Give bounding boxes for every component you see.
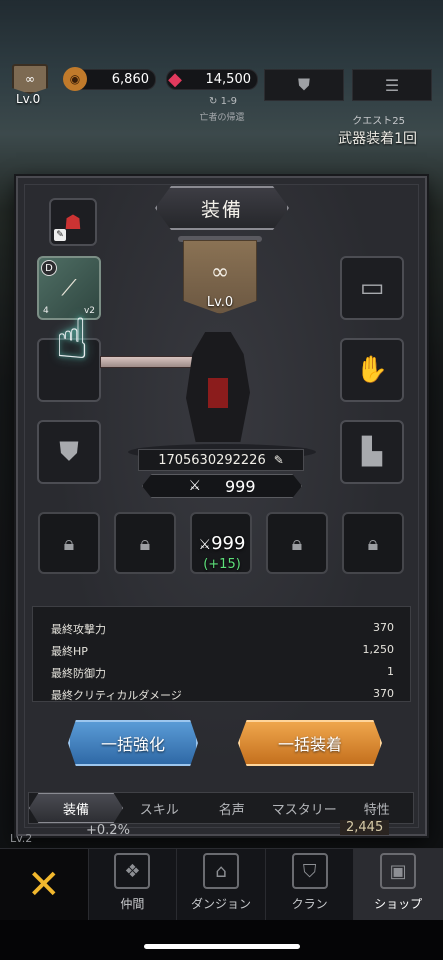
nav-label: ダンジョン bbox=[190, 897, 251, 911]
gem-amount: 14,500 bbox=[205, 72, 252, 87]
equip-all-button[interactable]: 一括装着 bbox=[238, 720, 382, 766]
nav-shop[interactable]: ▣ ショップ bbox=[354, 849, 443, 920]
stat-value: 1 bbox=[387, 665, 394, 678]
list-icon: ☰ bbox=[384, 75, 400, 95]
underlay-level: Lv.2 bbox=[10, 832, 33, 845]
close-x-icon: ✕ bbox=[27, 861, 61, 908]
stat-label: 最終防御力 bbox=[51, 667, 106, 680]
underlay-bonus: +0.2% bbox=[86, 823, 130, 838]
stat-row: 最終防御力 1 bbox=[51, 665, 394, 687]
character-portrait-icon: ☗ bbox=[64, 210, 82, 234]
combat-power: 999 bbox=[225, 476, 256, 496]
lock-icon: 🔒︎ bbox=[291, 531, 303, 555]
armor-slot[interactable]: ⛊ bbox=[37, 420, 101, 484]
crossed-swords-icon: ⚔ bbox=[198, 537, 212, 553]
close-nav-button[interactable]: ✕ bbox=[0, 849, 89, 920]
character-preview[interactable] bbox=[100, 322, 300, 446]
belt-icon: ▭ bbox=[359, 273, 385, 303]
locked-slot-5[interactable]: 🔒︎ bbox=[342, 512, 404, 574]
nav-clan[interactable]: ⛉ クラン bbox=[266, 849, 355, 920]
underlay-amount: 2,445 bbox=[340, 820, 390, 835]
crossed-swords-icon: ⚔ bbox=[188, 478, 201, 494]
bottom-navigation: ✕ ❖ 仲間 ⌂ ダンジョン ⛉ クラン ▣ ショップ bbox=[0, 848, 443, 920]
gloves-slot[interactable]: ✋ bbox=[340, 338, 404, 402]
chest-armor-icon: ⛊ bbox=[59, 436, 79, 467]
power-delta: (+15) bbox=[203, 557, 241, 572]
stat-row: 最終HP 1,250 bbox=[51, 643, 394, 665]
quest-title[interactable]: 武器装着1回 bbox=[338, 128, 417, 148]
armor-icon: ⛊ bbox=[297, 75, 310, 94]
tab-fame[interactable]: 名声 bbox=[196, 799, 269, 818]
treasure-chest-icon: ▣ bbox=[380, 853, 417, 889]
panel-title: 装備 bbox=[155, 186, 289, 230]
locked-slot-2[interactable]: 🔒︎ bbox=[114, 512, 176, 574]
boots-icon: ▙ bbox=[362, 437, 382, 467]
total-power-display: ⚔999 bbox=[184, 533, 260, 554]
armor-accent bbox=[208, 378, 228, 408]
gate-icon: ⌂ bbox=[202, 853, 239, 889]
nav-label: ショップ bbox=[374, 897, 423, 911]
banner-level: Lv.0 bbox=[206, 295, 234, 310]
boots-slot[interactable]: ▙ bbox=[340, 420, 404, 484]
locked-slot-4[interactable]: 🔒︎ bbox=[266, 512, 328, 574]
armor-shortcut-button[interactable]: ⛊ bbox=[264, 69, 344, 101]
tab-mastery[interactable]: マスタリー bbox=[268, 799, 341, 818]
edit-icon: ✎ bbox=[54, 229, 66, 241]
stat-value: 370 bbox=[373, 687, 394, 700]
stat-row: 最終クリティカルダメージ 370 bbox=[51, 687, 394, 702]
gauntlet-icon: ✋ bbox=[355, 355, 389, 385]
player-id-bar[interactable]: 1705630292226 ✎ bbox=[138, 449, 304, 471]
stat-label: 最終クリティカルダメージ bbox=[51, 689, 182, 702]
stat-label: 最終HP bbox=[51, 645, 88, 658]
locked-slot-1[interactable]: 🔒︎ bbox=[38, 512, 100, 574]
guild-emblem-icon[interactable]: ∞ bbox=[12, 64, 48, 94]
stat-label: 最終攻撃力 bbox=[51, 623, 106, 636]
ruby-gem-icon: ◆ bbox=[168, 68, 182, 90]
home-indicator-area bbox=[0, 920, 443, 960]
nav-dungeon[interactable]: ⌂ ダンジョン bbox=[177, 849, 266, 920]
quest-label: クエスト25 bbox=[352, 116, 405, 127]
card-icon: ❖ bbox=[114, 853, 151, 889]
tutorial-pointer-hand-icon: ☝ bbox=[54, 306, 90, 372]
stat-value: 370 bbox=[373, 621, 394, 634]
lock-icon: 🔒︎ bbox=[367, 531, 379, 555]
tab-skill[interactable]: スキル bbox=[123, 799, 196, 818]
tab-trait[interactable]: 特性 bbox=[341, 799, 414, 818]
costume-slot[interactable]: ☗ ✎ bbox=[49, 198, 97, 246]
stats-panel[interactable]: 最終攻撃力 370 最終HP 1,250 最終防御力 1 最終クリティカルダメー… bbox=[32, 606, 411, 702]
lock-icon: 🔒︎ bbox=[139, 531, 151, 555]
home-indicator[interactable] bbox=[144, 944, 300, 949]
total-power: 999 bbox=[211, 533, 246, 554]
stage-indicator: ↻ 1-9 bbox=[209, 96, 237, 107]
edit-name-icon[interactable]: ✎ bbox=[274, 453, 284, 467]
stage-number: 1-9 bbox=[220, 96, 237, 107]
player-id: 1705630292226 bbox=[158, 452, 266, 468]
nav-companions[interactable]: ❖ 仲間 bbox=[89, 849, 178, 920]
belt-slot[interactable]: ▭ bbox=[340, 256, 404, 320]
gem-counter: ◆ 14,500 bbox=[166, 69, 258, 90]
player-level: Lv.0 bbox=[16, 92, 41, 106]
gold-counter: ◉ 6,860 bbox=[63, 67, 156, 91]
lock-icon: 🔒︎ bbox=[63, 531, 75, 555]
enhance-all-button[interactable]: 一括強化 bbox=[68, 720, 198, 766]
nav-label: 仲間 bbox=[120, 897, 145, 911]
tab-equipment[interactable]: 装備 bbox=[29, 793, 123, 823]
weapon-grade-badge: D bbox=[41, 260, 57, 276]
stage-name: 亡者の帰還 bbox=[199, 113, 245, 123]
knot-emblem-icon: ∞ bbox=[210, 259, 230, 285]
shield-icon: ⛉ bbox=[291, 853, 328, 889]
stat-value: 1,250 bbox=[362, 643, 395, 656]
gold-coin-icon: ◉ bbox=[63, 67, 87, 91]
menu-button[interactable]: ☰ bbox=[352, 69, 432, 101]
combat-power-bar: ⚔ 999 bbox=[142, 474, 302, 498]
stat-row: 最終攻撃力 370 bbox=[51, 621, 394, 643]
gold-amount: 6,860 bbox=[111, 72, 149, 87]
nav-label: クラン bbox=[291, 897, 328, 911]
